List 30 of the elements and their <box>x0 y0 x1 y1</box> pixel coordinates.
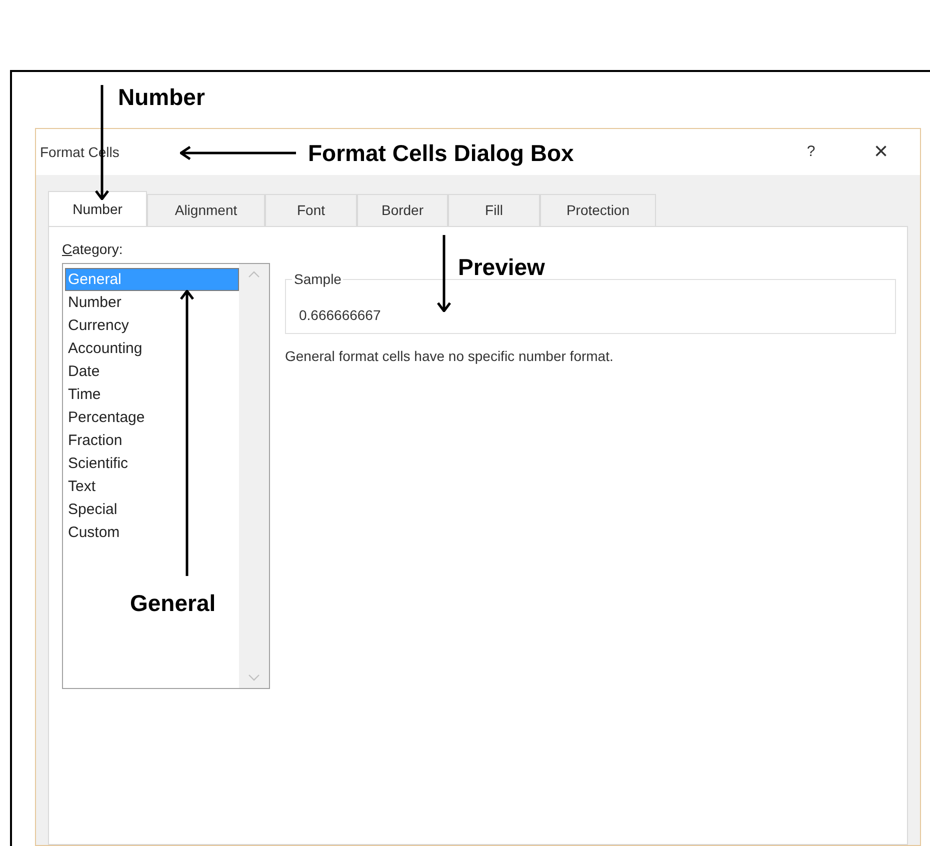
annotation-label: General <box>130 589 216 618</box>
category-item[interactable]: Scientific <box>65 452 239 475</box>
category-item[interactable]: Time <box>65 383 239 406</box>
category-label: Category: <box>62 240 124 259</box>
tab[interactable]: Number <box>48 191 147 227</box>
category-item[interactable]: Date <box>65 360 239 383</box>
help-button[interactable]: ? <box>796 140 826 164</box>
tab[interactable]: Font <box>265 194 357 226</box>
tab[interactable]: Protection <box>540 194 656 226</box>
annotation-label: Number <box>118 83 205 112</box>
category-item[interactable]: Special <box>65 498 239 521</box>
category-item[interactable]: Fraction <box>65 429 239 452</box>
annotation-label: Preview <box>458 253 545 282</box>
tab[interactable]: Alignment <box>147 194 265 226</box>
sample-value: 0.666666667 <box>299 306 381 325</box>
category-item[interactable]: Currency <box>65 314 239 337</box>
description-text: General format cells have no specific number format. <box>285 347 614 366</box>
category-item[interactable]: Accounting <box>65 337 239 360</box>
tab[interactable]: Fill <box>448 194 540 226</box>
scroll-down-icon[interactable] <box>248 674 260 682</box>
scroll-up-icon[interactable] <box>248 270 260 278</box>
category-item[interactable]: Custom <box>65 521 239 544</box>
close-button[interactable]: × <box>866 140 896 164</box>
category-item[interactable]: Percentage <box>65 406 239 429</box>
scrollbar[interactable] <box>239 264 269 688</box>
sample-legend: Sample <box>292 271 344 287</box>
annotation-label: Format Cells Dialog Box <box>308 139 574 168</box>
category-item[interactable]: Text <box>65 475 239 498</box>
tab[interactable]: Border <box>357 194 448 226</box>
category-item[interactable]: Number <box>65 291 239 314</box>
